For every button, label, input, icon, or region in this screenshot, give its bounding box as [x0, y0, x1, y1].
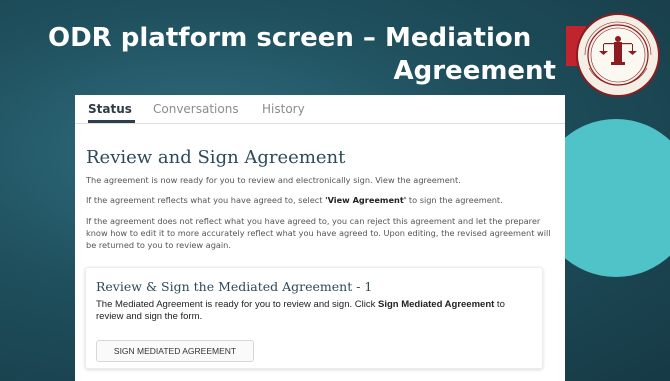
- sign-mediated-agreement-button[interactable]: SIGN MEDIATED AGREEMENT: [96, 340, 254, 362]
- slide: ODR platform screen – Mediation Agreemen…: [0, 0, 670, 381]
- instruction-text-after: to sign the agreement.: [406, 195, 503, 205]
- tab-history[interactable]: History: [262, 102, 305, 116]
- odr-screen-panel: Status Conversations History Review and …: [75, 95, 565, 381]
- tab-status[interactable]: Status: [88, 102, 132, 116]
- instruction-text: If the agreement reflects what you have …: [86, 194, 556, 206]
- card-text-bold: Sign Mediated Agreement: [377, 299, 495, 310]
- card-text: The Mediated Agreement is ready for you …: [96, 299, 516, 323]
- sign-agreement-card: Review & Sign the Mediated Agreement - 1…: [85, 267, 543, 369]
- page-title: Review and Sign Agreement: [86, 147, 346, 168]
- active-tab-indicator: [88, 120, 135, 123]
- tab-conversations[interactable]: Conversations: [153, 102, 239, 116]
- slide-title-line2: Agreement: [393, 56, 557, 86]
- tennessee-judiciary-seal-icon: [576, 13, 660, 97]
- view-agreement-label: 'View Agreement': [325, 195, 407, 205]
- intro-text: The agreement is now ready for you to re…: [86, 175, 461, 185]
- reject-info-text: If the agreement does not reflect what y…: [86, 216, 551, 250]
- tab-bar: Status Conversations History: [75, 95, 565, 124]
- slide-title-line1: ODR platform screen – Mediation: [48, 23, 532, 53]
- slide-title: ODR platform screen – Mediation Agreemen…: [48, 22, 558, 88]
- instruction-text-before: If the agreement reflects what you have …: [86, 195, 326, 205]
- card-text-before: The Mediated Agreement is ready for you …: [96, 299, 378, 310]
- card-title: Review & Sign the Mediated Agreement - 1: [96, 279, 373, 294]
